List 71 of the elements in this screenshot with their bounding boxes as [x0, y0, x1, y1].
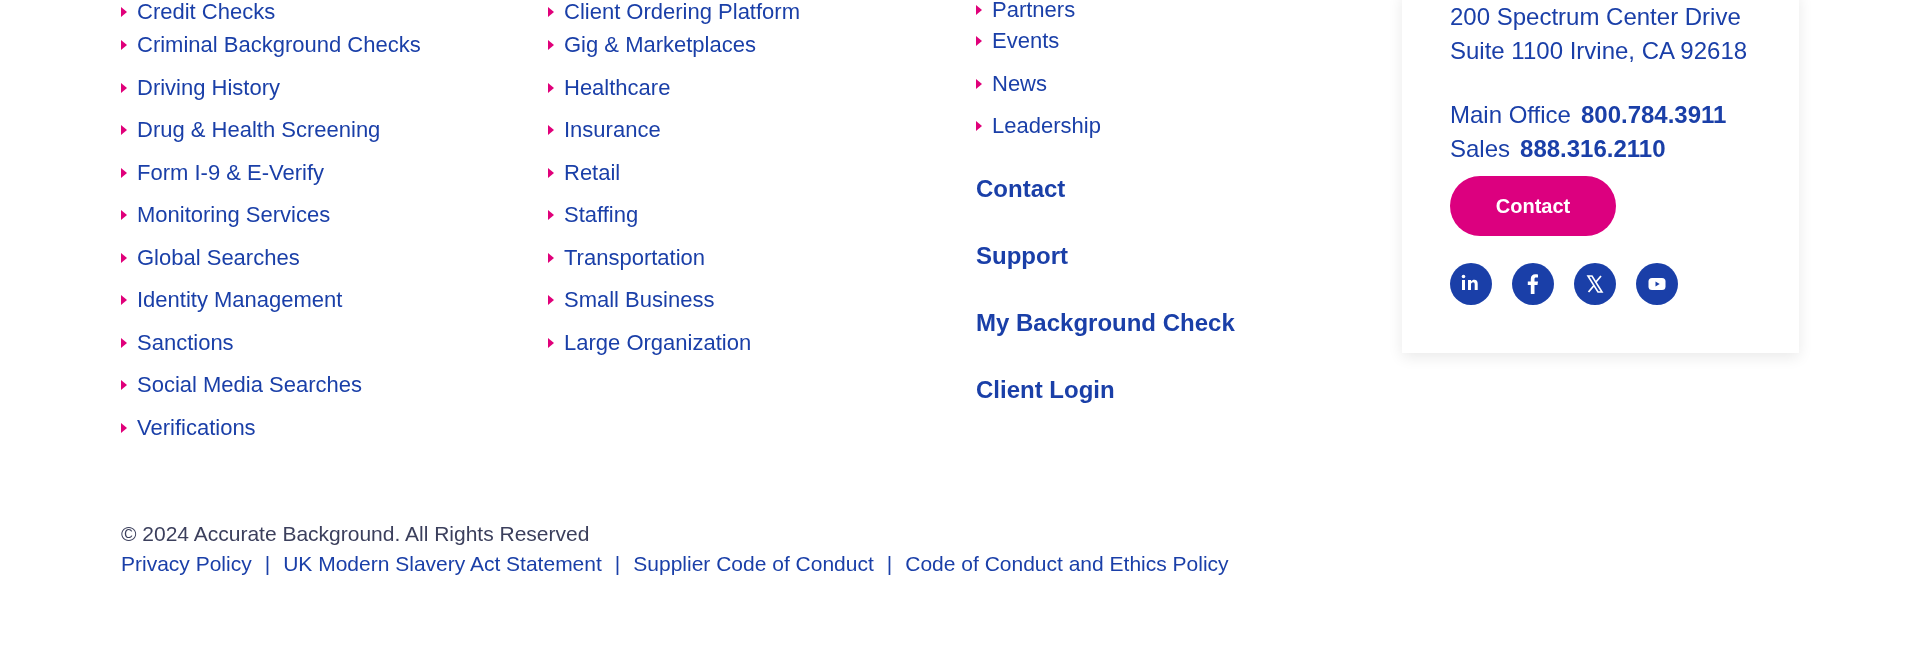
caret-icon: [548, 82, 554, 93]
linkedin-icon[interactable]: [1450, 263, 1492, 305]
footer-link[interactable]: Criminal Background Checks: [137, 34, 421, 57]
caret-icon: [121, 82, 127, 93]
footer-link[interactable]: Code of Conduct and Ethics Policy: [905, 551, 1229, 577]
footer-link[interactable]: Events: [992, 30, 1060, 53]
footer-link[interactable]: UK Modern Slavery Act Statement: [283, 551, 602, 577]
footer-link[interactable]: Retail: [564, 161, 621, 184]
caret-icon: [121, 295, 127, 306]
footer-link[interactable]: Small Business: [564, 289, 715, 312]
separator: |: [886, 551, 893, 577]
footer-link[interactable]: Credit Checks: [137, 1, 276, 23]
caret-icon: [121, 7, 127, 17]
caret-icon: [121, 337, 127, 348]
phone-label: Main Office: [1450, 100, 1571, 130]
separator: |: [264, 551, 271, 577]
footer-link[interactable]: Partners: [992, 0, 1076, 21]
facebook-icon[interactable]: [1512, 263, 1554, 305]
caret-icon: [121, 380, 127, 391]
address-line: 200 Spectrum Center Drive: [1450, 2, 1742, 32]
footer-link[interactable]: Supplier Code of Conduct: [633, 551, 874, 577]
footer-link[interactable]: Healthcare: [564, 76, 671, 99]
phone-number[interactable]: 888.316.2110: [1520, 132, 1666, 166]
caret-icon: [121, 167, 127, 178]
caret-icon: [548, 40, 554, 51]
caret-icon: [548, 295, 554, 306]
caret-icon: [976, 36, 982, 47]
caret-icon: [121, 422, 127, 433]
footer-link[interactable]: Sanctions: [137, 331, 234, 354]
caret-icon: [548, 167, 554, 178]
footer-link[interactable]: Transportation: [564, 246, 706, 269]
x-logo-icon[interactable]: [1574, 263, 1616, 305]
footer-link[interactable]: Driving History: [137, 76, 281, 99]
footer-link[interactable]: Social Media Searches: [137, 374, 362, 397]
caret-icon: [548, 125, 554, 136]
footer-link[interactable]: Client Ordering Platform: [564, 1, 800, 23]
footer-link[interactable]: Identity Management: [137, 289, 343, 312]
heading-link[interactable]: Contact: [976, 171, 1066, 207]
address-line: Suite 1100 Irvine, CA 92618: [1450, 36, 1749, 66]
phone-label: Sales: [1450, 134, 1511, 164]
footer-link[interactable]: Verifications: [137, 416, 256, 439]
footer-link[interactable]: Drug & Health Screening: [137, 119, 381, 142]
caret-icon: [121, 252, 127, 263]
separator: |: [614, 551, 621, 577]
heading-link[interactable]: Client Login: [976, 372, 1115, 408]
heading-link[interactable]: Support: [976, 238, 1068, 274]
contact-button[interactable]: Contact: [1450, 176, 1616, 236]
video-play-icon[interactable]: [1636, 263, 1678, 305]
footer-link[interactable]: News: [992, 72, 1047, 95]
caret-icon: [121, 40, 127, 51]
caret-icon: [548, 210, 554, 221]
footer-link[interactable]: Monitoring Services: [137, 204, 331, 227]
caret-icon: [976, 121, 982, 132]
footer-link[interactable]: Gig & Marketplaces: [564, 34, 756, 57]
caret-icon: [976, 5, 982, 15]
caret-icon: [548, 252, 554, 263]
footer-link[interactable]: Insurance: [564, 119, 661, 142]
caret-icon: [121, 210, 127, 221]
footer-link[interactable]: Form I-9 & E-Verify: [137, 161, 325, 184]
phone-number[interactable]: 800.784.3911: [1580, 98, 1727, 132]
copyright-text: © 2024 Accurate Background. All Rights Reserved: [121, 521, 591, 547]
footer-link[interactable]: Large Organization: [564, 331, 752, 354]
footer-link[interactable]: Leadership: [992, 115, 1101, 138]
caret-icon: [548, 337, 554, 348]
caret-icon: [548, 7, 554, 17]
footer-link[interactable]: Global Searches: [137, 246, 300, 269]
caret-icon: [121, 125, 127, 136]
heading-link[interactable]: My Background Check: [976, 305, 1235, 341]
caret-icon: [976, 78, 982, 89]
footer-link[interactable]: Staffing: [564, 204, 639, 227]
footer-link[interactable]: Privacy Policy: [121, 551, 252, 577]
